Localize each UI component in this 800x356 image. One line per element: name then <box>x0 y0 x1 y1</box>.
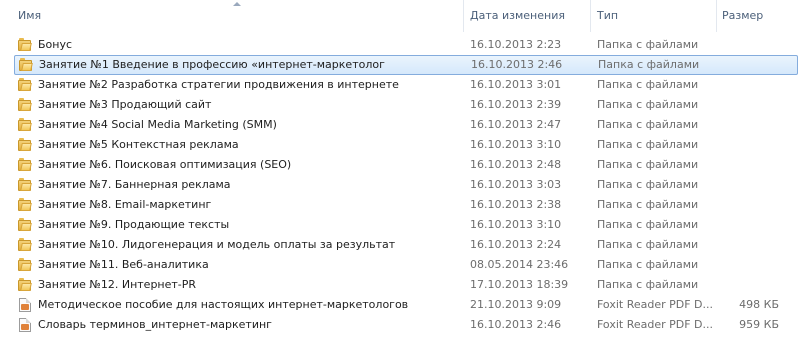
file-type: Папка с файлами <box>598 58 700 71</box>
file-type: Папка с файлами <box>597 258 699 271</box>
file-date-modified: 16.10.2013 2:47 <box>470 118 562 131</box>
file-date-modified: 16.10.2013 2:24 <box>470 238 562 251</box>
file-type: Папка с файлами <box>597 138 699 151</box>
file-date-modified: 16.10.2013 3:10 <box>470 138 562 151</box>
file-size <box>722 275 779 295</box>
file-name: Занятие №5 Контекстная реклама <box>38 138 239 151</box>
folder-icon <box>18 178 32 192</box>
file-name: Занятие №12. Интернет-PR <box>38 278 197 291</box>
file-row[interactable]: Бонус 16.10.2013 2:23 Папка с файлами <box>0 35 800 55</box>
file-type: Foxit Reader PDF D... <box>597 298 714 311</box>
column-divider[interactable] <box>716 0 717 32</box>
file-type: Папка с файлами <box>597 238 699 251</box>
file-name: Бонус <box>38 38 73 51</box>
file-row[interactable]: Занятие №7. Баннерная реклама 16.10.2013 … <box>0 175 800 195</box>
file-type: Папка с файлами <box>597 198 699 211</box>
file-size <box>722 135 779 155</box>
column-header-name[interactable]: Имя <box>18 0 41 32</box>
file-size <box>722 255 779 275</box>
file-type: Папка с файлами <box>597 118 699 131</box>
file-type: Папка с файлами <box>597 98 699 111</box>
file-name: Занятие №10. Лидогенерация и модель опла… <box>38 238 396 251</box>
column-header-size[interactable]: Размер <box>722 0 763 32</box>
file-name: Методическое пособие для настоящих интер… <box>38 298 409 311</box>
file-row[interactable]: Словарь терминов_интернет-маркетинг 16.10… <box>0 315 800 335</box>
file-size <box>722 235 779 255</box>
file-row[interactable]: Занятие №2 Разработка стратегии продвиже… <box>0 75 800 95</box>
folder-icon <box>18 238 32 252</box>
folder-icon <box>18 38 32 52</box>
file-type: Папка с файлами <box>597 78 699 91</box>
file-name: Занятие №8. Email-маркетинг <box>38 198 212 211</box>
file-size <box>722 155 779 175</box>
file-size <box>722 195 779 215</box>
pdf-file-icon <box>18 318 32 332</box>
file-name: Словарь терминов_интернет-маркетинг <box>38 318 272 331</box>
file-size <box>722 75 779 95</box>
file-row[interactable]: Занятие №4 Social Media Marketing (SMM) 1… <box>0 115 800 135</box>
file-type: Папка с файлами <box>597 178 699 191</box>
column-divider[interactable] <box>463 0 464 32</box>
file-size <box>722 35 779 55</box>
file-row-selected[interactable]: Занятие №1 Введение в профессию «интерне… <box>14 55 798 75</box>
file-date-modified: 17.10.2013 18:39 <box>470 278 569 291</box>
file-name: Занятие №4 Social Media Marketing (SMM) <box>38 118 277 131</box>
file-size <box>722 215 779 235</box>
folder-icon <box>19 58 33 72</box>
file-row[interactable]: Занятие №9. Продающие тексты 16.10.2013 3… <box>0 215 800 235</box>
file-date-modified: 16.10.2013 2:38 <box>470 198 562 211</box>
folder-icon <box>18 278 32 292</box>
file-date-modified: 16.10.2013 3:01 <box>470 78 562 91</box>
file-type: Папка с файлами <box>597 218 699 231</box>
file-date-modified: 16.10.2013 2:23 <box>470 38 562 51</box>
file-name: Занятие №11. Веб-аналитика <box>38 258 209 271</box>
file-row[interactable]: Занятие №8. Email-маркетинг 16.10.2013 2:… <box>0 195 800 215</box>
file-name: Занятие №9. Продающие тексты <box>38 218 230 231</box>
file-date-modified: 16.10.2013 2:46 <box>471 58 563 71</box>
file-date-modified: 16.10.2013 2:46 <box>470 318 562 331</box>
file-date-modified: 08.05.2014 23:46 <box>470 258 569 271</box>
column-header-type[interactable]: Тип <box>597 0 618 32</box>
folder-icon <box>18 118 32 132</box>
file-size: 959 КБ <box>739 318 779 331</box>
file-row[interactable]: Занятие №3 Продающий сайт 16.10.2013 2:39… <box>0 95 800 115</box>
folder-icon <box>18 78 32 92</box>
folder-icon <box>18 158 32 172</box>
file-type: Папка с файлами <box>597 278 699 291</box>
folder-icon <box>18 138 32 152</box>
file-row[interactable]: Методическое пособие для настоящих интер… <box>0 295 800 315</box>
file-size <box>722 115 779 135</box>
column-header-date[interactable]: Дата изменения <box>470 0 565 32</box>
file-name: Занятие №1 Введение в профессию «интерне… <box>39 58 385 71</box>
file-name: Занятие №2 Разработка стратегии продвиже… <box>38 78 399 91</box>
file-size <box>723 55 780 75</box>
sort-ascending-icon <box>233 2 241 6</box>
file-date-modified: 21.10.2013 9:09 <box>470 298 562 311</box>
file-row[interactable]: Занятие №5 Контекстная реклама 16.10.2013… <box>0 135 800 155</box>
file-size <box>722 175 779 195</box>
file-name: Занятие №3 Продающий сайт <box>38 98 212 111</box>
pdf-file-icon <box>18 298 32 312</box>
column-header-bar: Имя Дата изменения Тип Размер <box>0 0 800 32</box>
file-size <box>722 95 779 115</box>
file-date-modified: 16.10.2013 3:03 <box>470 178 562 191</box>
folder-icon <box>18 198 32 212</box>
column-divider[interactable] <box>590 0 591 32</box>
file-row[interactable]: Занятие №6. Поисковая оптимизация (SEO) 1… <box>0 155 800 175</box>
file-date-modified: 16.10.2013 2:39 <box>470 98 562 111</box>
folder-icon <box>18 218 32 232</box>
file-name: Занятие №6. Поисковая оптимизация (SEO) <box>38 158 292 171</box>
file-type: Foxit Reader PDF D... <box>597 318 714 331</box>
file-row[interactable]: Занятие №11. Веб-аналитика 08.05.2014 23:… <box>0 255 800 275</box>
folder-icon <box>18 98 32 112</box>
file-size: 498 КБ <box>739 298 779 311</box>
file-type: Папка с файлами <box>597 38 699 51</box>
file-date-modified: 16.10.2013 3:10 <box>470 218 562 231</box>
file-row[interactable]: Занятие №12. Интернет-PR 17.10.2013 18:39… <box>0 275 800 295</box>
file-date-modified: 16.10.2013 2:48 <box>470 158 562 171</box>
file-type: Папка с файлами <box>597 158 699 171</box>
file-row[interactable]: Занятие №10. Лидогенерация и модель опла… <box>0 235 800 255</box>
folder-icon <box>18 258 32 272</box>
file-name: Занятие №7. Баннерная реклама <box>38 178 231 191</box>
